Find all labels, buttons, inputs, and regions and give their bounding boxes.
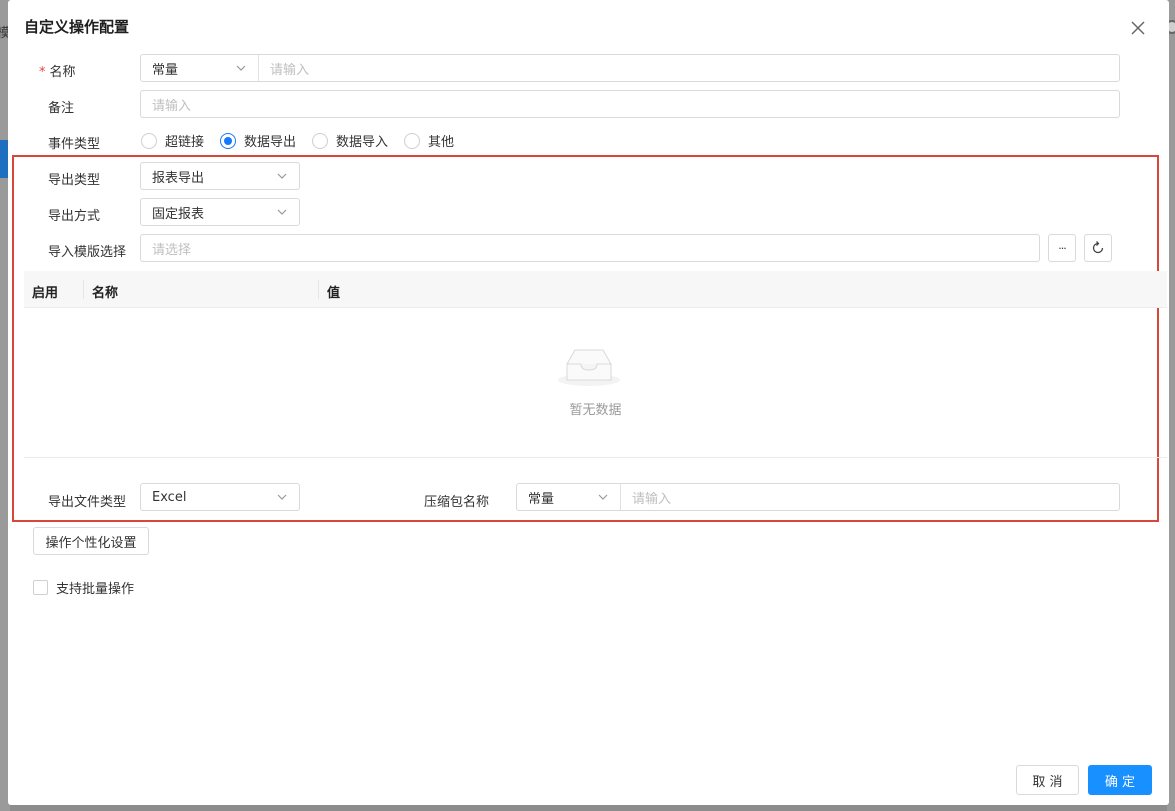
close-icon[interactable] [1128,18,1148,38]
column-header-name: 名称 [92,286,119,301]
zip-name-type-value: 常量 [528,491,555,507]
required-mark: * [39,65,46,80]
name-field: 常量 请输入 [140,54,1120,82]
chevron-down-icon [598,494,608,500]
custom-action-dialog: 自定义操作配置 * 名称 常量 请输入 备注 请输入 事件类型 超链接 数据导出 … [8,0,1169,805]
column-header-value: 值 [327,286,341,301]
confirm-button[interactable]: 确 定 [1088,765,1152,795]
import-template-input[interactable]: 请选择 [140,234,1040,262]
chevron-down-icon [277,494,287,500]
column-divider [83,280,84,299]
radio-hyperlink[interactable]: 超链接 [141,131,204,150]
dialog-title: 自定义操作配置 [24,18,130,36]
radio-data-import[interactable]: 数据导入 [312,131,388,150]
radio-data-export[interactable]: 数据导出 [220,131,296,150]
zip-name-field: 常量 请输入 [516,483,1120,511]
export-method-value: 固定报表 [152,206,205,222]
params-table-header: 启用 名称 值 [24,271,1167,308]
name-label: * 名称 [39,65,76,80]
refresh-icon [1092,241,1104,254]
radio-other[interactable]: 其他 [404,131,454,150]
radio-circle [404,132,421,149]
column-header-enabled: 启用 [32,286,59,301]
chevron-down-icon [236,65,246,71]
personalize-button[interactable]: 操作个性化设置 [33,527,149,555]
params-table-body: 暂无数据 [24,308,1167,458]
export-file-type-select[interactable]: Excel [140,483,300,511]
checkbox-box [33,580,48,595]
import-template-label: 导入模版选择 [48,245,127,260]
radio-circle [141,132,157,149]
zip-name-input[interactable]: 请输入 [621,484,1119,510]
empty-text: 暂无数据 [569,403,622,418]
export-type-select[interactable]: 报表导出 [140,162,300,190]
export-method-label: 导出方式 [48,209,101,224]
export-type-value: 报表导出 [152,170,205,186]
zip-name-type-select[interactable]: 常量 [517,484,621,510]
export-type-label: 导出类型 [48,173,101,188]
remark-placeholder: 请输入 [152,98,192,114]
chevron-down-icon [277,173,287,179]
zip-name-label: 压缩包名称 [424,495,490,510]
empty-inbox-icon [558,349,620,386]
remark-input[interactable]: 请输入 [140,90,1120,118]
name-input[interactable]: 请输入 [259,55,1119,81]
cancel-button[interactable]: 取 消 [1016,765,1079,795]
batch-operation-checkbox[interactable]: 支持批量操作 [33,578,134,597]
chevron-down-icon [277,209,287,215]
radio-circle [312,132,329,149]
radio-label: 超链接 [165,135,205,150]
refresh-button[interactable] [1084,234,1112,262]
export-file-type-value: Excel [152,489,187,505]
remark-label: 备注 [48,101,75,116]
more-icon: ··· [1058,241,1066,255]
export-method-select[interactable]: 固定报表 [140,198,300,226]
name-type-select[interactable]: 常量 [141,55,259,81]
batch-operation-label: 支持批量操作 [56,582,135,597]
export-file-type-label: 导出文件类型 [48,495,127,510]
more-button[interactable]: ··· [1048,234,1076,262]
radio-label: 其他 [428,135,455,150]
radio-label: 数据导出 [244,135,297,150]
event-type-radio-group: 超链接 数据导出 数据导入 其他 [141,131,470,150]
import-template-placeholder: 请选择 [152,242,192,258]
column-divider [318,280,319,299]
event-type-label: 事件类型 [48,137,101,152]
name-type-value: 常量 [152,62,179,78]
radio-circle-selected [220,132,237,149]
radio-label: 数据导入 [336,135,389,150]
